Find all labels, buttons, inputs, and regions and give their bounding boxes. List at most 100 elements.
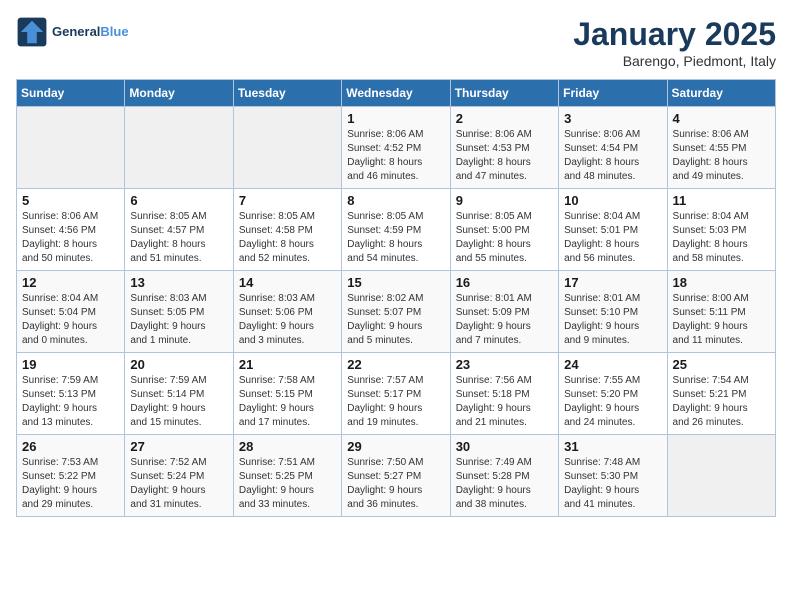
calendar-cell: 15 Sunrise: 8:02 AM Sunset: 5:07 PM Dayli… xyxy=(342,271,450,353)
day-number: 1 xyxy=(347,111,444,126)
day-info: Sunrise: 7:50 AM Sunset: 5:27 PM Dayligh… xyxy=(347,456,444,512)
calendar-cell: 14Sunrise: 8:03 AM Sunset: 5:06 PM Dayli… xyxy=(233,271,341,353)
day-number: 24 xyxy=(564,357,661,372)
calendar-cell: 10Sunrise: 8:04 AM Sunset: 5:01 PM Dayli… xyxy=(559,189,667,271)
day-number: 13 xyxy=(130,275,227,290)
day-number: 12 xyxy=(22,275,119,290)
day-number: 11 xyxy=(673,193,770,208)
calendar-cell: 26Sunrise: 7:53 AM Sunset: 5:22 PM Dayli… xyxy=(17,435,125,517)
calendar-cell: 24 Sunrise: 7:55 AM Sunset: 5:20 PM Dayli… xyxy=(559,353,667,435)
calendar-cell: 4 Sunrise: 8:06 AM Sunset: 4:55 PM Daylig… xyxy=(667,107,775,189)
day-info: Sunrise: 7:52 AM Sunset: 5:24 PM Dayligh… xyxy=(130,456,227,512)
calendar-cell: 11 Sunrise: 8:04 AM Sunset: 5:03 PM Dayli… xyxy=(667,189,775,271)
calendar-cell xyxy=(667,435,775,517)
calendar-cell: 7 Sunrise: 8:05 AM Sunset: 4:58 PM Daylig… xyxy=(233,189,341,271)
weekday-header-friday: Friday xyxy=(559,80,667,107)
day-number: 21 xyxy=(239,357,336,372)
day-info: Sunrise: 8:06 AM Sunset: 4:52 PM Dayligh… xyxy=(347,128,444,184)
calendar-week-row: 26Sunrise: 7:53 AM Sunset: 5:22 PM Dayli… xyxy=(17,435,776,517)
day-number: 8 xyxy=(347,193,444,208)
calendar-cell: 20 Sunrise: 7:59 AM Sunset: 5:14 PM Dayli… xyxy=(125,353,233,435)
calendar-cell: 16 Sunrise: 8:01 AM Sunset: 5:09 PM Dayli… xyxy=(450,271,558,353)
weekday-header-sunday: Sunday xyxy=(17,80,125,107)
day-info: Sunrise: 7:59 AM Sunset: 5:14 PM Dayligh… xyxy=(130,374,227,430)
day-number: 31 xyxy=(564,439,661,454)
calendar-table: SundayMondayTuesdayWednesdayThursdayFrid… xyxy=(16,79,776,517)
day-number: 25 xyxy=(673,357,770,372)
day-number: 10 xyxy=(564,193,661,208)
day-number: 18 xyxy=(673,275,770,290)
day-info: Sunrise: 8:05 AM Sunset: 5:00 PM Dayligh… xyxy=(456,210,553,266)
day-info: Sunrise: 8:06 AM Sunset: 4:56 PM Dayligh… xyxy=(22,210,119,266)
day-number: 4 xyxy=(673,111,770,126)
calendar-cell: 8 Sunrise: 8:05 AM Sunset: 4:59 PM Daylig… xyxy=(342,189,450,271)
day-number: 15 xyxy=(347,275,444,290)
day-number: 9 xyxy=(456,193,553,208)
day-number: 17 xyxy=(564,275,661,290)
day-info: Sunrise: 8:04 AM Sunset: 5:04 PM Dayligh… xyxy=(22,292,119,348)
day-info: Sunrise: 8:04 AM Sunset: 5:03 PM Dayligh… xyxy=(673,210,770,266)
calendar-cell: 30 Sunrise: 7:49 AM Sunset: 5:28 PM Dayli… xyxy=(450,435,558,517)
day-info: Sunrise: 8:06 AM Sunset: 4:53 PM Dayligh… xyxy=(456,128,553,184)
day-number: 28 xyxy=(239,439,336,454)
day-info: Sunrise: 7:57 AM Sunset: 5:17 PM Dayligh… xyxy=(347,374,444,430)
day-info: Sunrise: 7:49 AM Sunset: 5:28 PM Dayligh… xyxy=(456,456,553,512)
day-info: Sunrise: 7:59 AM Sunset: 5:13 PM Dayligh… xyxy=(22,374,119,430)
day-info: Sunrise: 7:54 AM Sunset: 5:21 PM Dayligh… xyxy=(673,374,770,430)
logo: GeneralBlue xyxy=(16,16,129,48)
day-info: Sunrise: 8:06 AM Sunset: 4:54 PM Dayligh… xyxy=(564,128,661,184)
calendar-cell: 2Sunrise: 8:06 AM Sunset: 4:53 PM Daylig… xyxy=(450,107,558,189)
calendar-cell: 21 Sunrise: 7:58 AM Sunset: 5:15 PM Dayli… xyxy=(233,353,341,435)
calendar-cell: 28Sunrise: 7:51 AM Sunset: 5:25 PM Dayli… xyxy=(233,435,341,517)
calendar-cell: 13 Sunrise: 8:03 AM Sunset: 5:05 PM Dayli… xyxy=(125,271,233,353)
calendar-cell: 12 Sunrise: 8:04 AM Sunset: 5:04 PM Dayli… xyxy=(17,271,125,353)
day-info: Sunrise: 8:03 AM Sunset: 5:05 PM Dayligh… xyxy=(130,292,227,348)
weekday-header-thursday: Thursday xyxy=(450,80,558,107)
calendar-cell: 3 Sunrise: 8:06 AM Sunset: 4:54 PM Daylig… xyxy=(559,107,667,189)
day-info: Sunrise: 8:05 AM Sunset: 4:57 PM Dayligh… xyxy=(130,210,227,266)
calendar-cell xyxy=(233,107,341,189)
calendar-cell: 22 Sunrise: 7:57 AM Sunset: 5:17 PM Dayli… xyxy=(342,353,450,435)
day-number: 29 xyxy=(347,439,444,454)
calendar-cell: 18 Sunrise: 8:00 AM Sunset: 5:11 PM Dayli… xyxy=(667,271,775,353)
day-info: Sunrise: 8:00 AM Sunset: 5:11 PM Dayligh… xyxy=(673,292,770,348)
calendar-week-row: 1 Sunrise: 8:06 AM Sunset: 4:52 PM Daylig… xyxy=(17,107,776,189)
day-number: 22 xyxy=(347,357,444,372)
day-number: 20 xyxy=(130,357,227,372)
day-info: Sunrise: 7:58 AM Sunset: 5:15 PM Dayligh… xyxy=(239,374,336,430)
weekday-header-wednesday: Wednesday xyxy=(342,80,450,107)
calendar-cell: 29 Sunrise: 7:50 AM Sunset: 5:27 PM Dayli… xyxy=(342,435,450,517)
title-block: January 2025 Barengo, Piedmont, Italy xyxy=(573,16,776,69)
calendar-cell xyxy=(17,107,125,189)
day-number: 7 xyxy=(239,193,336,208)
day-number: 5 xyxy=(22,193,119,208)
day-info: Sunrise: 7:55 AM Sunset: 5:20 PM Dayligh… xyxy=(564,374,661,430)
day-info: Sunrise: 8:02 AM Sunset: 5:07 PM Dayligh… xyxy=(347,292,444,348)
calendar-week-row: 5 Sunrise: 8:06 AM Sunset: 4:56 PM Daylig… xyxy=(17,189,776,271)
calendar-cell: 19 Sunrise: 7:59 AM Sunset: 5:13 PM Dayli… xyxy=(17,353,125,435)
day-number: 3 xyxy=(564,111,661,126)
day-info: Sunrise: 8:05 AM Sunset: 4:59 PM Dayligh… xyxy=(347,210,444,266)
day-number: 16 xyxy=(456,275,553,290)
logo-text: GeneralBlue xyxy=(52,25,129,39)
day-info: Sunrise: 8:01 AM Sunset: 5:09 PM Dayligh… xyxy=(456,292,553,348)
day-number: 30 xyxy=(456,439,553,454)
day-info: Sunrise: 8:06 AM Sunset: 4:55 PM Dayligh… xyxy=(673,128,770,184)
calendar-cell: 9 Sunrise: 8:05 AM Sunset: 5:00 PM Daylig… xyxy=(450,189,558,271)
day-info: Sunrise: 8:01 AM Sunset: 5:10 PM Dayligh… xyxy=(564,292,661,348)
day-info: Sunrise: 7:53 AM Sunset: 5:22 PM Dayligh… xyxy=(22,456,119,512)
day-number: 19 xyxy=(22,357,119,372)
calendar-cell xyxy=(125,107,233,189)
day-number: 27 xyxy=(130,439,227,454)
calendar-cell: 27 Sunrise: 7:52 AM Sunset: 5:24 PM Dayli… xyxy=(125,435,233,517)
day-info: Sunrise: 8:03 AM Sunset: 5:06 PM Dayligh… xyxy=(239,292,336,348)
day-info: Sunrise: 8:05 AM Sunset: 4:58 PM Dayligh… xyxy=(239,210,336,266)
day-info: Sunrise: 7:56 AM Sunset: 5:18 PM Dayligh… xyxy=(456,374,553,430)
day-info: Sunrise: 7:48 AM Sunset: 5:30 PM Dayligh… xyxy=(564,456,661,512)
day-number: 23 xyxy=(456,357,553,372)
location-text: Barengo, Piedmont, Italy xyxy=(573,53,776,69)
calendar-cell: 17 Sunrise: 8:01 AM Sunset: 5:10 PM Dayli… xyxy=(559,271,667,353)
weekday-header-saturday: Saturday xyxy=(667,80,775,107)
month-title: January 2025 xyxy=(573,16,776,53)
calendar-cell: 1 Sunrise: 8:06 AM Sunset: 4:52 PM Daylig… xyxy=(342,107,450,189)
